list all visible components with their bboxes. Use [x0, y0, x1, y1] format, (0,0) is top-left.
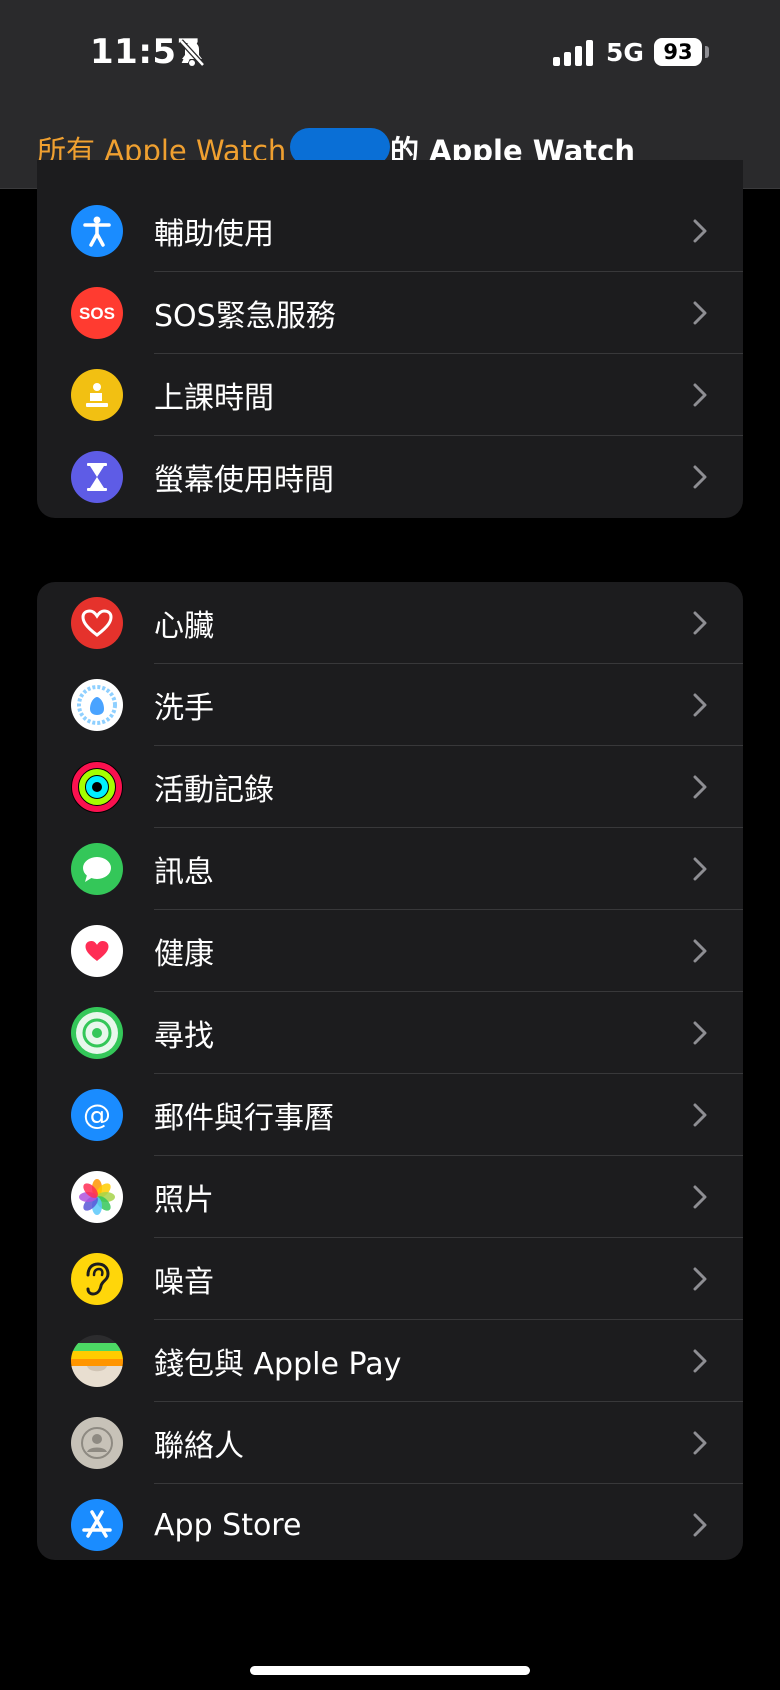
row-label: 聯絡人 — [154, 1429, 244, 1464]
row-photos[interactable]: 照片 — [37, 1156, 743, 1238]
bell-slash-icon — [179, 39, 205, 67]
contacts-icon — [71, 1417, 123, 1469]
row-label: 錢包與 Apple Pay — [154, 1347, 402, 1382]
chevron-right-icon — [693, 465, 707, 489]
row-label: 健康 — [154, 937, 214, 972]
chevron-right-icon — [693, 1513, 707, 1537]
row-label: 噪音 — [154, 1265, 214, 1300]
app-store-icon — [71, 1499, 123, 1551]
row-label: SOS緊急服務 — [154, 299, 336, 334]
chevron-right-icon — [693, 1185, 707, 1209]
messages-icon — [71, 843, 123, 895]
chevron-right-icon — [693, 611, 707, 635]
chevron-right-icon — [693, 857, 707, 881]
chevron-right-icon — [693, 1103, 707, 1127]
schooltime-icon — [71, 369, 123, 421]
row-label: 照片 — [154, 1183, 214, 1218]
hourglass-icon — [71, 451, 123, 503]
row-messages[interactable]: 訊息 — [37, 828, 743, 910]
wallet-icon — [71, 1335, 123, 1387]
row-heart[interactable]: 心臟 — [37, 582, 743, 664]
handwashing-icon — [71, 679, 123, 731]
row-label: App Store — [154, 1507, 302, 1543]
noise-ear-icon — [71, 1253, 123, 1305]
svg-text:SOS: SOS — [79, 304, 115, 323]
svg-text:@: @ — [83, 1098, 111, 1131]
row-label: 活動記錄 — [154, 773, 274, 808]
screen: 11:57 5G 93 所有 Apple Watch 的 Apple Watch — [0, 0, 780, 1690]
row-label: 訊息 — [154, 855, 214, 890]
chevron-right-icon — [693, 939, 707, 963]
row-accessibility[interactable]: 輔助使用 — [37, 190, 743, 272]
home-indicator[interactable] — [250, 1666, 530, 1675]
row-label: 洗手 — [154, 691, 214, 726]
row-wallet[interactable]: 錢包與 Apple Pay — [37, 1320, 743, 1402]
accessibility-icon — [71, 205, 123, 257]
row-label: 螢幕使用時間 — [154, 463, 334, 498]
mail-calendar-icon: @ — [71, 1089, 123, 1141]
chevron-right-icon — [693, 383, 707, 407]
chevron-right-icon — [693, 219, 707, 243]
row-label: 上課時間 — [154, 381, 274, 416]
row-sos[interactable]: SOS SOS緊急服務 — [37, 272, 743, 354]
network-type: 5G — [606, 38, 644, 67]
settings-group-1: 輔助使用 SOS SOS緊急服務 上課時間 螢幕使用時間 — [37, 160, 743, 518]
row-schooltime[interactable]: 上課時間 — [37, 354, 743, 436]
row-contacts[interactable]: 聯絡人 — [37, 1402, 743, 1484]
row-noise[interactable]: 噪音 — [37, 1238, 743, 1320]
sos-icon: SOS — [71, 287, 123, 339]
settings-group-2: 心臟 洗手 活動記錄 訊息 健康 尋找 @ 郵件與行事曆 照片 噪音 錢包與 A… — [37, 582, 743, 1560]
cellular-signal-icon — [553, 40, 593, 66]
row-health[interactable]: 健康 — [37, 910, 743, 992]
row-app-store[interactable]: App Store — [37, 1484, 743, 1560]
chevron-right-icon — [693, 775, 707, 799]
photos-icon — [71, 1171, 123, 1223]
row-label: 輔助使用 — [154, 217, 274, 252]
row-find-my[interactable]: 尋找 — [37, 992, 743, 1074]
row-screen-time[interactable]: 螢幕使用時間 — [37, 436, 743, 518]
heart-icon — [71, 597, 123, 649]
battery-indicator: 93 — [654, 38, 702, 66]
row-activity[interactable]: 活動記錄 — [37, 746, 743, 828]
chevron-right-icon — [693, 1431, 707, 1455]
status-bar: 11:57 5G 93 — [0, 0, 780, 110]
chevron-right-icon — [693, 1267, 707, 1291]
chevron-right-icon — [693, 693, 707, 717]
row-handwashing[interactable]: 洗手 — [37, 664, 743, 746]
battery-tip — [705, 46, 709, 58]
health-icon — [71, 925, 123, 977]
row-label: 郵件與行事曆 — [154, 1101, 334, 1136]
chevron-right-icon — [693, 1349, 707, 1373]
find-my-icon — [71, 1007, 123, 1059]
row-label: 心臟 — [154, 609, 214, 644]
chevron-right-icon — [693, 1021, 707, 1045]
activity-rings-icon — [71, 761, 123, 813]
chevron-right-icon — [693, 301, 707, 325]
row-label: 尋找 — [154, 1019, 214, 1054]
row-mail-calendar[interactable]: @ 郵件與行事曆 — [37, 1074, 743, 1156]
